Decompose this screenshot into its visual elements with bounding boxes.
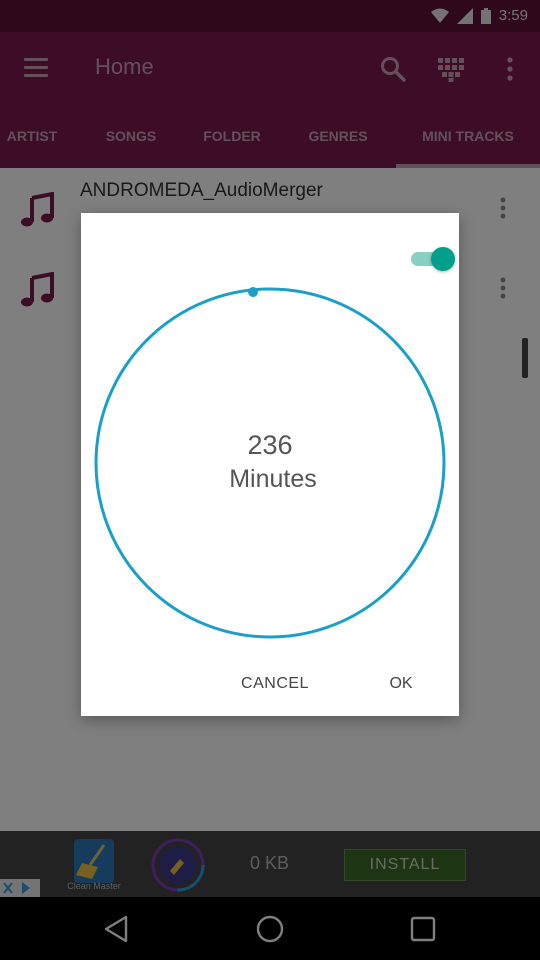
timer-ring xyxy=(94,287,446,639)
timer-value: 236 xyxy=(247,430,293,460)
timer-toggle[interactable] xyxy=(409,247,455,271)
cancel-button[interactable]: CANCEL xyxy=(231,668,319,700)
ok-button[interactable]: OK xyxy=(381,668,421,700)
sleep-timer-dialog: 236 Minutes CANCEL OK xyxy=(81,213,459,716)
timer-dial[interactable] xyxy=(93,285,447,641)
timer-unit: Minutes xyxy=(229,465,317,493)
timer-handle xyxy=(248,287,258,297)
toggle-thumb xyxy=(431,247,455,271)
